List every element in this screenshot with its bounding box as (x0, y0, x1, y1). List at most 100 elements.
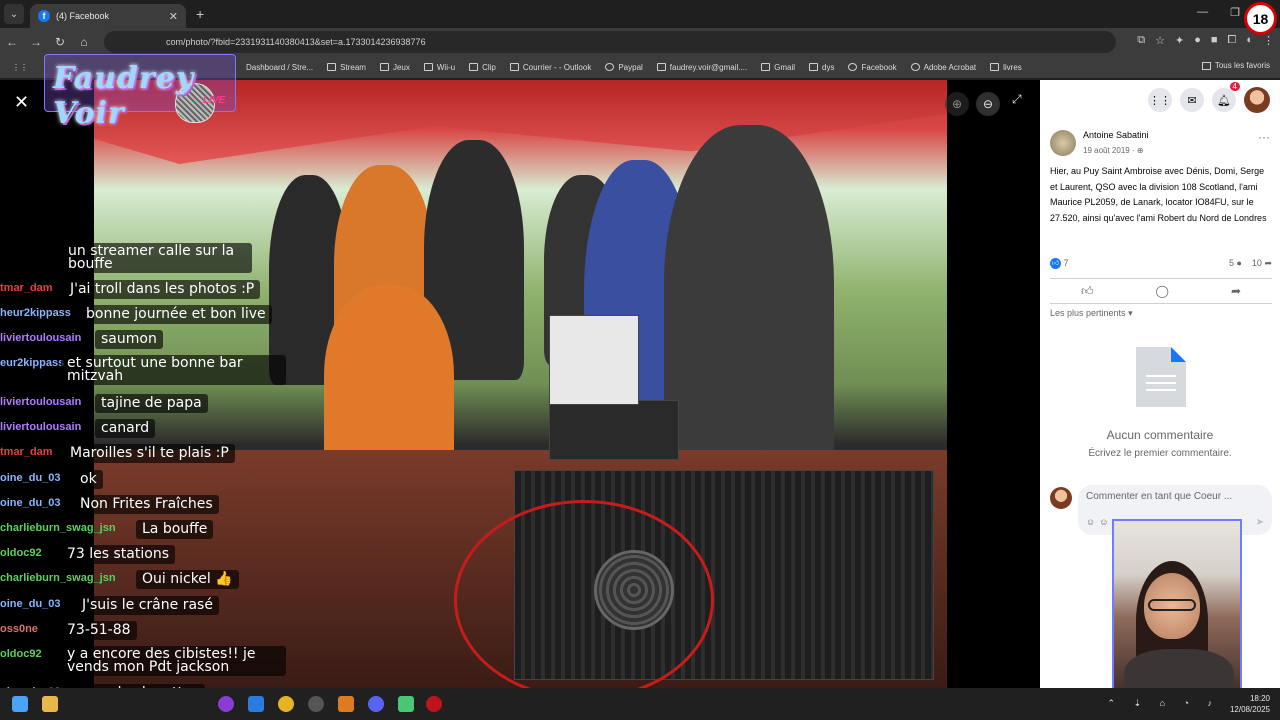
file-explorer-icon[interactable] (42, 696, 58, 712)
notifications-icon[interactable]: 🔔︎ 4 (1212, 82, 1240, 112)
comments-shares[interactable]: 5 ● 10 ➦ (1229, 258, 1272, 269)
like-button[interactable]: 👍︎ (1081, 284, 1094, 299)
chat-text: Oui nickel 👍 (136, 570, 239, 589)
bookmark-gmail[interactable]: Gmail (761, 63, 795, 72)
chat-message: liviertoulousain canard (0, 419, 300, 443)
new-tab-button[interactable]: + (196, 6, 204, 22)
reload-icon[interactable]: ↻ (48, 35, 72, 49)
app-icon[interactable] (308, 696, 324, 712)
share-button[interactable]: ➦ (1231, 284, 1241, 298)
star-icon[interactable]: ☆ (1155, 34, 1165, 47)
taskbar: ⌃ ⇣ ⌂ ◔ ♪ 18:20 12/08/2025 (0, 688, 1280, 720)
webcam-overlay (1112, 519, 1242, 699)
toolbar-actions: ⧉ ☆ ✦ ● ■ ⧠ ◐ ⋮ (1137, 34, 1274, 47)
chat-text: canard (95, 419, 156, 438)
folder-icon (809, 63, 819, 71)
app-icon[interactable] (398, 696, 414, 712)
app-icon[interactable] (248, 696, 264, 712)
extension-icon[interactable]: ✦ (1175, 34, 1184, 47)
account-avatar[interactable] (1244, 87, 1270, 113)
navigation-bar: ← → ↻ ⌂ com/photo/?fbid=2331931140380413… (0, 28, 1280, 56)
chat-message: oine_du_03 Non Frites Fraîches (0, 495, 300, 519)
reactions[interactable]: 👍︎ 7 (1050, 258, 1069, 270)
chat-text: 73 les stations (61, 545, 175, 564)
profile-icon[interactable]: ◐ (1246, 34, 1253, 47)
system-tray[interactable]: ⌃ ⇣ ⌂ ◔ ♪ (1108, 698, 1220, 709)
comment-button[interactable]: ◯ (1156, 284, 1169, 298)
bookmark-paypal[interactable]: Paypal (605, 63, 643, 72)
chat-message: oine_du_03 J'suis le crâne rasé (0, 596, 300, 620)
bookmark-clip[interactable]: Clip (469, 63, 496, 72)
chat-message: tmar_dam Maroilles s'il te plais :P (0, 444, 300, 468)
discord-icon[interactable] (368, 696, 384, 712)
tab-facebook[interactable]: f (4) Facebook ✕ (30, 4, 186, 28)
messenger-icon[interactable]: ✉ (1180, 88, 1204, 112)
adobe-icon (910, 63, 920, 71)
install-icon[interactable]: ⧉ (1137, 34, 1145, 47)
emoji-icon[interactable]: ☺ (1086, 517, 1099, 527)
notification-count: 4 (1229, 82, 1240, 91)
menu-grid-icon[interactable]: ⋮⋮ (1148, 88, 1172, 112)
chat-message: oldoc92 73 les stations (0, 545, 300, 569)
chat-message: tmar_dam J'ai troll dans les photos :P (0, 280, 300, 304)
post-actions: 👍︎ ◯ ➦ (1050, 278, 1272, 304)
close-viewer-icon[interactable]: ✕ (14, 92, 29, 113)
app-icon[interactable] (338, 696, 354, 712)
extension-icon[interactable]: ■ (1211, 34, 1218, 47)
chevron-down-icon: ▾ (1128, 308, 1133, 318)
clock-date: 12/08/2025 (1229, 705, 1270, 714)
chat-text: et surtout une bonne bar mitzvah (61, 355, 286, 385)
zoom-in-icon[interactable]: ⊕ (945, 92, 969, 116)
all-bookmarks[interactable]: Tous les favoris (1201, 61, 1270, 70)
bookmark-dys[interactable]: dys (809, 63, 834, 72)
post-author[interactable]: Antoine Sabatini (1083, 130, 1149, 140)
puzzle-icon[interactable]: ⧠ (1228, 34, 1237, 47)
chrome-icon[interactable] (278, 696, 294, 712)
author-avatar[interactable] (1050, 130, 1076, 156)
panel-header: ⋮⋮ ✉ 🔔︎ 4 (1040, 80, 1280, 120)
post-date[interactable]: 19 août 2019 · ⊕ (1083, 146, 1144, 155)
maximize-icon[interactable]: ❐ (1230, 6, 1240, 19)
url-text: com/photo/?fbid=2331931140380413&set=a.1… (166, 37, 426, 47)
home-icon[interactable]: ⌂ (72, 35, 96, 49)
webcam-glasses (1148, 599, 1196, 611)
tab-list-button[interactable]: ⌄ (4, 4, 24, 24)
app-icon[interactable] (426, 696, 442, 712)
chat-text: y a encore des cibistes!! je vends mon P… (61, 646, 286, 676)
more-options-icon[interactable]: ··· (1258, 130, 1270, 144)
chat-text: ok (74, 470, 103, 489)
chat-text: saumon (95, 330, 163, 349)
bookmark-adobe[interactable]: Adobe Acrobat (910, 63, 976, 72)
folder-icon (327, 63, 337, 71)
chat-text: La bouffe (136, 520, 214, 539)
apps-icon[interactable]: ⋮⋮ (12, 63, 28, 72)
menu-icon[interactable]: ⋮ (1263, 34, 1274, 47)
comment-sort[interactable]: Les plus pertinents ▾ (1050, 308, 1133, 319)
close-tab-icon[interactable]: ✕ (169, 10, 178, 23)
clock[interactable]: 18:20 12/08/2025 (1230, 693, 1270, 715)
clock-time: 18:20 (1249, 694, 1270, 703)
bookmark-stream[interactable]: Stream (327, 63, 366, 72)
chat-username: oss0ne (0, 623, 38, 635)
bookmark-gmail-account[interactable]: faudrey.voir@gmail.... (656, 63, 747, 72)
fullscreen-icon[interactable]: ⤢ (1012, 92, 1022, 107)
send-icon[interactable]: ➤ (1256, 517, 1264, 528)
bookmark-dashboard[interactable]: Dashboard / Stre... (246, 63, 313, 72)
photo-cable (454, 500, 714, 688)
address-bar[interactable]: com/photo/?fbid=2331931140380413&set=a.1… (104, 31, 1116, 53)
back-icon[interactable]: ← (0, 35, 24, 49)
app-icon[interactable] (218, 696, 234, 712)
chat-username: liviertoulousain (0, 421, 82, 433)
chat-username: oldoc92 (0, 648, 42, 660)
sticker-icon[interactable]: ☺ (1099, 517, 1112, 527)
minimize-icon[interactable]: — (1197, 6, 1208, 19)
bookmark-facebook[interactable]: Facebook (848, 63, 897, 72)
windows-start-icon[interactable] (12, 696, 28, 712)
bookmark-livres[interactable]: livres (990, 63, 1022, 72)
zoom-out-icon[interactable]: ⊖ (976, 92, 1000, 116)
bookmark-wii-u[interactable]: Wii-u (423, 63, 455, 72)
forward-icon[interactable]: → (24, 35, 48, 49)
bookmark-jeux[interactable]: Jeux (379, 63, 410, 72)
extension-icon[interactable]: ● (1194, 34, 1201, 47)
bookmark-outlook[interactable]: Courrier - - Outlook (509, 63, 591, 72)
